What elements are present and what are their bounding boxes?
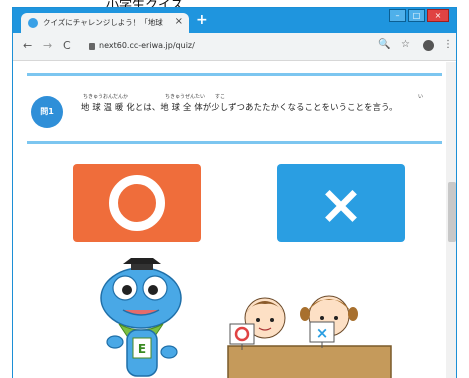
circle-icon bbox=[109, 175, 165, 231]
desk bbox=[227, 345, 392, 378]
question-text: 地 球 温 暖 化とは、地 球 全 体が少しずつあたたかくなることをいうことを言… bbox=[81, 102, 398, 112]
close-window-button[interactable]: × bbox=[427, 9, 449, 22]
mascot-illustration: E × bbox=[100, 258, 392, 378]
favicon-icon bbox=[28, 18, 38, 28]
card-cross-icon: × bbox=[316, 324, 329, 342]
quiz-page: 問1 ちきゅうおんだんか ちきゅうぜんたい すこ い 地 球 温 暖 化とは、地… bbox=[13, 62, 446, 378]
browser-tab[interactable]: クイズにチャレンジしよう！「地球温 × bbox=[21, 13, 189, 33]
tab-close-icon[interactable]: × bbox=[175, 16, 183, 28]
ruby-text-1: ちきゅうおんだんか bbox=[83, 94, 129, 100]
maximize-button[interactable]: □ bbox=[408, 9, 425, 22]
child-right: × bbox=[300, 295, 358, 348]
question-number-badge: 問1 bbox=[31, 96, 63, 128]
answer-false-button[interactable]: × bbox=[277, 164, 405, 242]
forward-icon[interactable]: → bbox=[43, 40, 52, 52]
menu-icon[interactable]: ⋮ bbox=[443, 39, 453, 51]
mascot-letter: E bbox=[138, 342, 146, 356]
address-toolbar: ← → C next60.cc-eriwa.jp/quiz/ 🔍 ☆ ⋮ bbox=[13, 33, 456, 61]
minimize-icon: – bbox=[395, 11, 400, 20]
address-bar[interactable]: next60.cc-eriwa.jp/quiz/ bbox=[83, 37, 403, 57]
child-left bbox=[229, 297, 286, 350]
answer-true-button[interactable] bbox=[73, 164, 201, 242]
ruby-text-4: い bbox=[418, 94, 424, 100]
new-tab-button[interactable]: + bbox=[196, 13, 208, 27]
tab-title: クイズにチャレンジしよう！「地球温 bbox=[43, 18, 163, 27]
url-text: next60.cc-eriwa.jp/quiz/ bbox=[99, 41, 195, 50]
divider-bottom bbox=[27, 141, 442, 144]
reload-icon[interactable]: C bbox=[63, 40, 71, 52]
frog-mascot: E bbox=[100, 258, 182, 377]
divider-top bbox=[27, 73, 442, 76]
back-icon[interactable]: ← bbox=[23, 40, 32, 52]
ruby-text-2: ちきゅうぜんたい bbox=[165, 94, 206, 100]
browser-window: クイズにチャレンジしよう！「地球温 × + – □ × ← → C next60… bbox=[12, 7, 457, 378]
minimize-button[interactable]: – bbox=[389, 9, 406, 22]
lock-icon bbox=[89, 43, 95, 50]
scrollbar[interactable] bbox=[446, 62, 456, 378]
tab-strip: クイズにチャレンジしよう！「地球温 × + – □ × bbox=[13, 8, 456, 33]
cross-icon: × bbox=[318, 173, 364, 236]
badge-label: 問1 bbox=[40, 107, 54, 116]
search-icon[interactable]: 🔍 bbox=[378, 39, 390, 51]
close-icon: × bbox=[434, 11, 442, 20]
account-icon[interactable] bbox=[423, 40, 434, 51]
scrollbar-thumb[interactable] bbox=[448, 182, 456, 242]
ruby-text-3: すこ bbox=[215, 94, 226, 100]
maximize-icon: □ bbox=[412, 11, 421, 20]
bookmark-star-icon[interactable]: ☆ bbox=[401, 39, 410, 51]
